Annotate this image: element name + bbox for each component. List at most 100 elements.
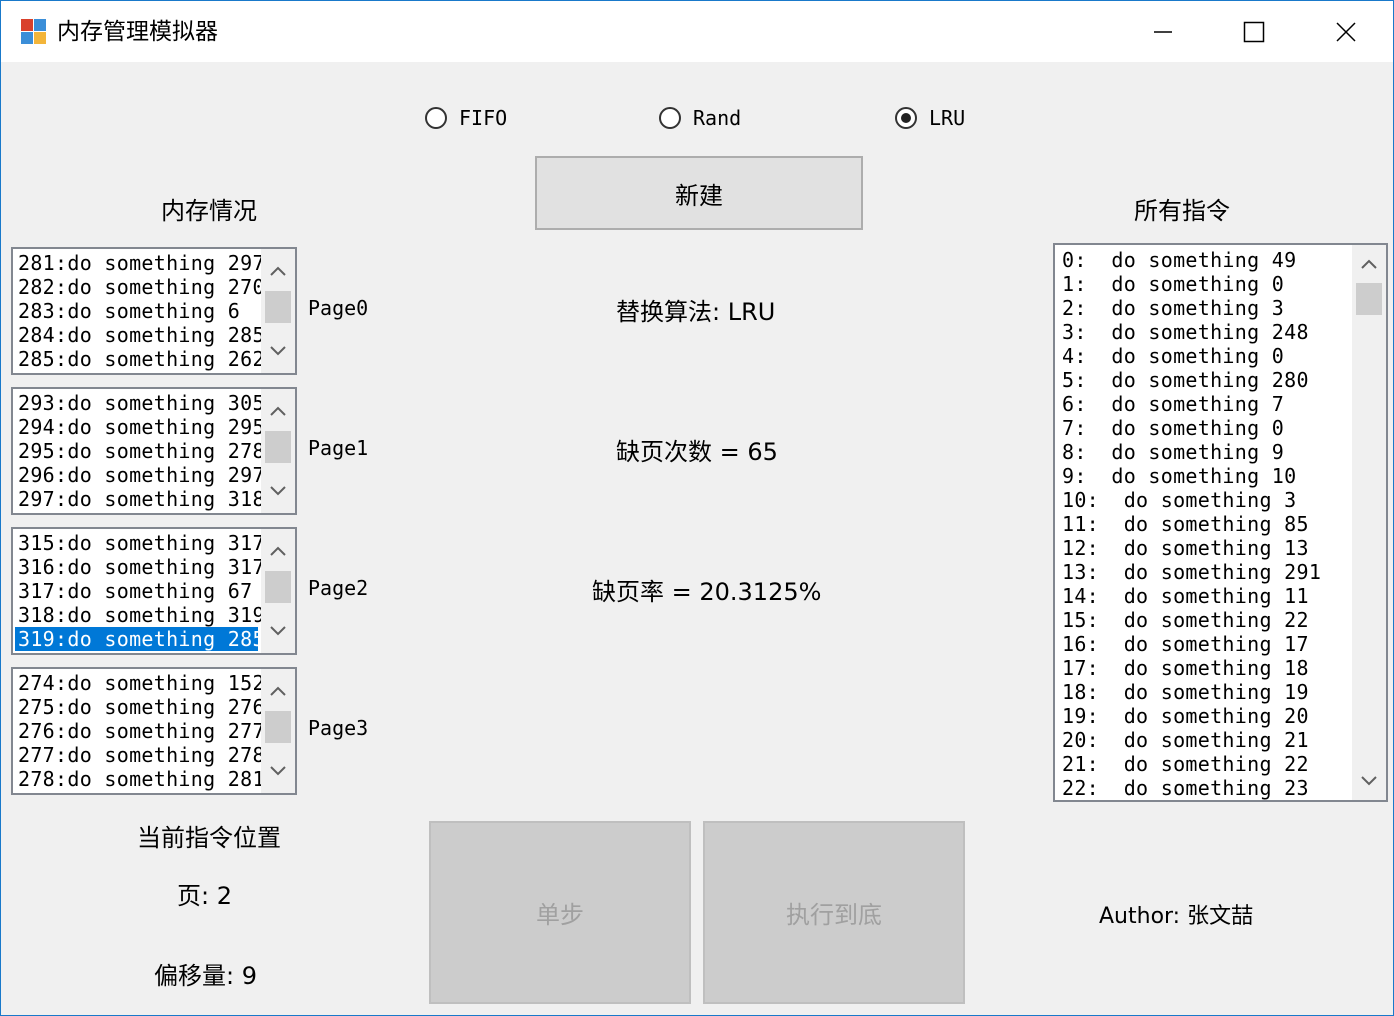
instruction-item[interactable]: 8: do something 9 (1059, 440, 1321, 464)
instruction-item[interactable]: 19: do something 20 (1059, 704, 1321, 728)
chevron-down-icon[interactable] (261, 471, 295, 511)
instruction-item[interactable]: 22: do something 23 (1059, 776, 1321, 800)
radio-lru[interactable]: LRU (895, 103, 965, 133)
list-item[interactable]: 285:do something 262 (15, 347, 265, 371)
algorithm-label: 替换算法: LRU (616, 298, 776, 326)
instruction-item[interactable]: 11: do something 85 (1059, 512, 1321, 536)
scroll-thumb[interactable] (1356, 283, 1382, 315)
list-item[interactable]: 284:do something 285 (15, 323, 265, 347)
instruction-item[interactable]: 15: do something 22 (1059, 608, 1321, 632)
radio-rand[interactable]: Rand (659, 103, 741, 133)
radio-fifo[interactable]: FIFO (425, 103, 507, 133)
chevron-down-icon[interactable] (261, 331, 295, 371)
instruction-item[interactable]: 0: do something 49 (1059, 248, 1321, 272)
instruction-item[interactable]: 14: do something 11 (1059, 584, 1321, 608)
radio-rand-label: Rand (693, 106, 742, 130)
instruction-item[interactable]: 1: do something 0 (1059, 272, 1321, 296)
scroll-thumb[interactable] (265, 571, 291, 603)
fault-rate-label: 缺页率 = 20.3125% (592, 578, 822, 606)
instruction-item[interactable]: 6: do something 7 (1059, 392, 1321, 416)
frame-page-label: Page1 (308, 436, 369, 460)
list-item[interactable]: 297:do something 318 (15, 487, 265, 511)
window-title: 内存管理模拟器 (57, 19, 218, 45)
minimize-icon (1154, 30, 1172, 33)
close-button[interactable] (1300, 1, 1392, 62)
radio-circle[interactable] (659, 107, 681, 129)
title-bar[interactable]: 内存管理模拟器 (1, 1, 1393, 62)
list-item[interactable]: 275:do something 276 (15, 695, 265, 719)
frame-listbox-2[interactable]: 315:do something 317 316:do something 317… (11, 527, 297, 655)
scroll-thumb[interactable] (265, 291, 291, 323)
list-item[interactable]: 316:do something 317 (15, 555, 265, 579)
list-item[interactable]: 294:do something 295 (15, 415, 265, 439)
list-item[interactable]: 281:do something 297 (15, 251, 265, 275)
radio-fifo-label: FIFO (459, 106, 508, 130)
close-icon (1336, 21, 1356, 42)
chevron-up-icon[interactable] (261, 671, 295, 711)
chevron-down-icon[interactable] (261, 751, 295, 791)
instruction-item[interactable]: 10: do something 3 (1059, 488, 1321, 512)
maximize-button[interactable] (1208, 1, 1300, 62)
instruction-item[interactable]: 13: do something 291 (1059, 560, 1321, 584)
list-item[interactable]: 283:do something 6 (15, 299, 265, 323)
frame-scrollbar[interactable] (261, 529, 295, 653)
page-number-label: 页: 2 (177, 882, 232, 910)
list-item[interactable]: 318:do something 319 (15, 603, 265, 627)
list-item[interactable]: 282:do something 270 (15, 275, 265, 299)
radio-circle[interactable] (895, 107, 917, 129)
minimize-button[interactable] (1117, 1, 1209, 62)
app-icon (21, 19, 47, 45)
list-item[interactable]: 295:do something 278 (15, 439, 265, 463)
chevron-up-icon[interactable] (261, 251, 295, 291)
list-item[interactable]: 274:do something 152 (15, 671, 265, 695)
instruction-item[interactable]: 20: do something 21 (1059, 728, 1321, 752)
instruction-item[interactable]: 16: do something 17 (1059, 632, 1321, 656)
instruction-item[interactable]: 9: do something 10 (1059, 464, 1321, 488)
maximize-icon (1243, 21, 1265, 42)
chevron-up-icon[interactable] (261, 391, 295, 431)
frame-scrollbar[interactable] (261, 249, 295, 373)
frame-listbox-0[interactable]: 281:do something 297 282:do something 270… (11, 247, 297, 375)
scroll-thumb[interactable] (265, 711, 291, 743)
chevron-down-icon[interactable] (261, 611, 295, 651)
instruction-item[interactable]: 12: do something 13 (1059, 536, 1321, 560)
instruction-item[interactable]: 17: do something 18 (1059, 656, 1321, 680)
current-position-title: 当前指令位置 (137, 824, 281, 852)
frame-page-label: Page0 (308, 296, 369, 320)
frame-page-label: Page3 (308, 716, 369, 740)
list-item[interactable]: 276:do something 277 (15, 719, 265, 743)
instructions-scrollbar[interactable] (1352, 245, 1386, 800)
fault-count-label: 缺页次数 = 65 (616, 438, 778, 466)
chevron-down-icon[interactable] (1352, 764, 1386, 798)
frame-scrollbar[interactable] (261, 669, 295, 793)
instruction-item[interactable]: 21: do something 22 (1059, 752, 1321, 776)
chevron-up-icon[interactable] (261, 531, 295, 571)
offset-label: 偏移量: 9 (154, 962, 257, 990)
list-item[interactable]: 277:do something 278 (15, 743, 265, 767)
list-item[interactable]: 317:do something 67 (15, 579, 265, 603)
list-item[interactable]: 296:do something 297 (15, 463, 265, 487)
list-item[interactable]: 293:do something 305 (15, 391, 265, 415)
list-item[interactable]: 319:do something 285 (15, 627, 265, 651)
instruction-item[interactable]: 7: do something 0 (1059, 416, 1321, 440)
all-instructions-title: 所有指令 (1134, 197, 1230, 225)
instruction-item[interactable]: 3: do something 248 (1059, 320, 1321, 344)
new-button[interactable]: 新建 (535, 156, 863, 230)
instruction-item[interactable]: 2: do something 3 (1059, 296, 1321, 320)
radio-circle[interactable] (425, 107, 447, 129)
instructions-listbox[interactable]: 0: do something 49 1: do something 0 2: do… (1053, 243, 1388, 802)
list-item[interactable]: 315:do something 317 (15, 531, 265, 555)
frame-listbox-1[interactable]: 293:do something 305 294:do something 295… (11, 387, 297, 515)
instruction-item[interactable]: 5: do something 280 (1059, 368, 1321, 392)
instruction-item[interactable]: 18: do something 19 (1059, 680, 1321, 704)
author-label: Author: 张文喆 (1099, 904, 1254, 929)
frame-scrollbar[interactable] (261, 389, 295, 513)
scroll-thumb[interactable] (265, 431, 291, 463)
run-to-end-button[interactable]: 执行到底 (703, 821, 965, 1004)
memory-title: 内存情况 (161, 197, 257, 225)
chevron-up-icon[interactable] (1352, 247, 1386, 281)
step-button[interactable]: 单步 (429, 821, 691, 1004)
instruction-item[interactable]: 4: do something 0 (1059, 344, 1321, 368)
frame-listbox-3[interactable]: 274:do something 152 275:do something 276… (11, 667, 297, 795)
list-item[interactable]: 278:do something 281 (15, 767, 265, 791)
